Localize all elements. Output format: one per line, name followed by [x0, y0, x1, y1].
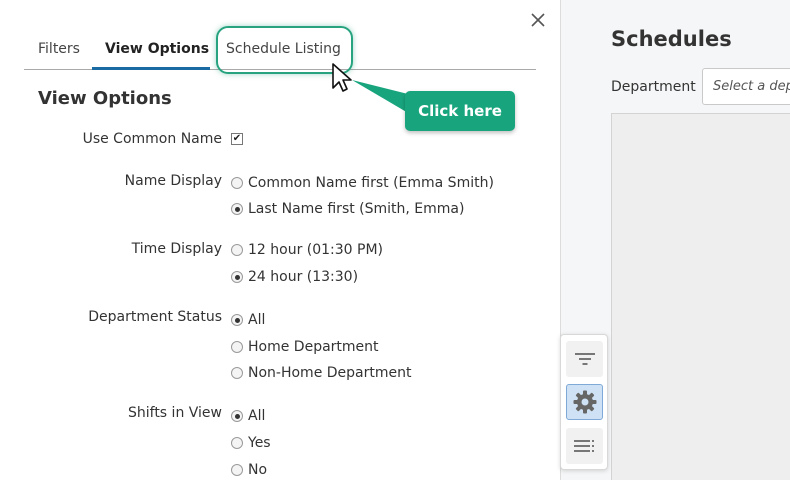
view-options-button[interactable] [566, 384, 603, 420]
filter-icon [574, 353, 595, 365]
common-name-checkbox[interactable]: ✔ [231, 133, 243, 145]
department-status-option-non-home[interactable]: Non-Home Department [231, 364, 411, 382]
schedule-area [611, 113, 790, 480]
schedule-listing-button[interactable] [566, 428, 603, 464]
radio-button [231, 437, 243, 449]
department-status-label: Department Status [88, 309, 222, 325]
option-label: Common Name first (Emma Smith) [248, 175, 494, 191]
option-label: Home Department [248, 339, 379, 355]
common-name-label: Use Common Name [82, 131, 222, 147]
radio-button-selected [231, 410, 243, 422]
shifts-option-all[interactable]: All [231, 407, 265, 425]
shifts-option-yes[interactable]: Yes [231, 434, 271, 452]
gear-icon [573, 390, 596, 414]
option-label: Non-Home Department [248, 365, 412, 381]
option-label: Last Name first (Smith, Emma) [248, 201, 465, 217]
name-display-option-common[interactable]: Common Name first (Emma Smith) [231, 174, 494, 192]
time-display-option-12h[interactable]: 12 hour (01:30 PM) [231, 241, 383, 259]
radio-button [231, 341, 243, 353]
department-status-option-all[interactable]: All [231, 311, 265, 329]
close-button[interactable] [528, 9, 548, 31]
side-toolbar [560, 334, 608, 470]
close-icon [531, 13, 545, 27]
option-label: 12 hour (01:30 PM) [248, 242, 384, 258]
shifts-option-no[interactable]: No [231, 461, 267, 479]
radio-button-selected [231, 203, 243, 215]
shifts-in-view-label: Shifts in View [127, 405, 222, 421]
radio-button-selected [231, 271, 243, 283]
list-icon [573, 440, 594, 452]
tab-view-options[interactable]: View Options [105, 41, 209, 69]
name-display-option-last[interactable]: Last Name first (Smith, Emma) [231, 200, 464, 218]
radio-button [231, 244, 243, 256]
radio-button [231, 367, 243, 379]
time-display-option-24h[interactable]: 24 hour (13:30) [231, 268, 358, 286]
option-label: No [248, 462, 268, 478]
filter-button[interactable] [566, 341, 603, 377]
click-here-callout: Click here [405, 91, 515, 131]
option-label: All [248, 312, 266, 328]
time-display-label: Time Display [131, 241, 222, 257]
tab-filters[interactable]: Filters [38, 41, 80, 69]
department-status-option-home[interactable]: Home Department [231, 338, 379, 356]
active-tab-indicator [92, 67, 210, 70]
radio-button [231, 464, 243, 476]
radio-button [231, 177, 243, 189]
option-label: 24 hour (13:30) [248, 269, 359, 285]
name-display-label: Name Display [124, 173, 222, 189]
mouse-cursor-icon [332, 63, 352, 92]
section-title: View Options [38, 88, 172, 109]
option-label: Yes [248, 435, 271, 451]
page-title: Schedules [611, 27, 732, 51]
option-label: All [248, 408, 266, 424]
department-label: Department [611, 79, 696, 95]
radio-button-selected [231, 314, 243, 326]
department-select[interactable]: Select a depa [702, 68, 790, 105]
